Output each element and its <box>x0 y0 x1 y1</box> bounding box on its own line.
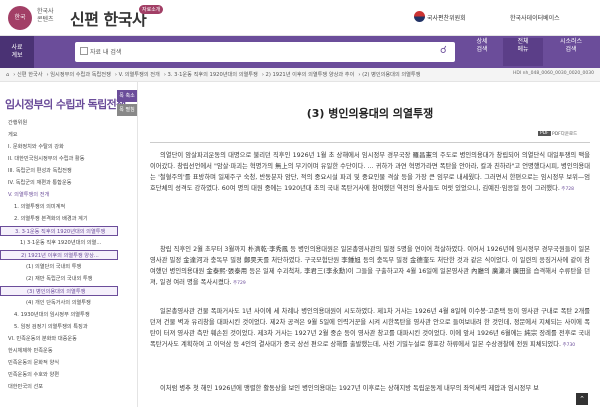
document-id: HDI nh_048_0060_0030_0020_0030 <box>513 71 594 76</box>
breadcrumb: ⌂ › 신편 한국사 › 임시정부의 수립과 독립전쟁 › V. 의열투쟁의 전개 › … <box>0 68 600 82</box>
sidebar-title: 임시정부의 수립과 독립전쟁 <box>5 98 126 111</box>
paragraph-text: 이처럼 병추 첫 해인 1926년에 맹렬한 활동상을 보인 병인의용대는 19… <box>160 385 539 392</box>
toc-item[interactable]: (4) 개인 단독거사의 의열투쟁 <box>0 298 118 308</box>
breadcrumb-item[interactable]: ⌂ <box>6 72 9 78</box>
breadcrumb-item[interactable]: › 3. 3·1운동 직후의 1920년대의 의열투쟁 <box>164 72 258 78</box>
all-menu-label: 전체 메뉴 <box>517 38 529 53</box>
intro-badge[interactable]: 자료소개 <box>139 5 164 14</box>
toc-item[interactable]: 대한민국의 선포 <box>0 382 118 392</box>
menu-button[interactable]: 사료 계보 <box>0 36 34 68</box>
paragraph-text: 의열단이 암살파괴운동의 대명으로 불리던 직후인 1926년 1월 초 상해에… <box>150 152 590 192</box>
in-doc-search-checkbox[interactable] <box>80 47 88 55</box>
footnote-link[interactable]: 주728 <box>560 187 574 192</box>
toc-item[interactable]: 간행위원 <box>0 118 118 128</box>
in-doc-search-label: 자료 내 검색 <box>90 49 122 56</box>
divider <box>150 142 590 143</box>
paragraph-text: 일본총영사관 건물 폭파거사도 1년 사이에 세 차례나 병인의용대원이 시도하… <box>150 308 590 348</box>
toc-item[interactable]: 1) 3·1운동 직후 1920년대의 의열... <box>0 238 118 248</box>
toc-item[interactable]: (1) 의열단의 국내외 투쟁 <box>0 262 118 272</box>
toc-item[interactable]: 5. 임정 검정기 의열투쟁의 특징과 <box>0 322 118 332</box>
thesaurus-search-label: 시소러스 검색 <box>559 38 583 53</box>
article-paragraph: 일본총영사관 건물 폭파거사도 1년 사이에 세 차례나 병인의용대원이 시도하… <box>150 306 590 351</box>
toc-item[interactable]: 3. 3·1운동 직후의 1920년대의 의열투쟁 <box>0 226 118 236</box>
toc-item[interactable]: 1. 의열투쟁의 의미계적 <box>0 202 118 212</box>
search-input[interactable] <box>75 42 455 62</box>
breadcrumb-item[interactable]: › 신편 한국사 <box>13 72 42 78</box>
advanced-search-button[interactable]: 상세 검색 <box>462 38 502 66</box>
brand-title[interactable]: 신편 한국사 <box>70 6 147 30</box>
breadcrumb-item[interactable]: › V. 의열투쟁의 전개 <box>115 72 160 78</box>
toc-item[interactable]: 게요 <box>0 130 118 140</box>
toc-sidebar: 임시정부의 수립과 독립전쟁 목 축소 목 펼침 간행위원게요 I. 문화정치와 … <box>0 82 138 407</box>
toc-item[interactable]: 민족운동의 문화적 양식 <box>0 358 118 368</box>
expand-toc-button[interactable]: 목 펼침 <box>117 104 137 116</box>
thesaurus-search-button[interactable]: 시소러스 검색 <box>546 38 596 66</box>
toc-item[interactable]: 2. 의열투쟁 본격화의 배경과 계기 <box>0 214 118 224</box>
toc-item[interactable]: (3) 병인의용대의 의열투쟁 <box>0 286 118 296</box>
toc-item[interactable]: 민족운동의 수호와 양편 <box>0 370 118 380</box>
breadcrumb-item[interactable]: › (2) 병인의용대의 의열투쟁 <box>358 72 420 78</box>
app-root: 한국 한국사 콘텐츠 신편 한국사 자료소개 국사편찬위원회 한국사데이터베이스… <box>0 0 600 407</box>
toc-item[interactable]: III. 독립군의 편성과 독립전쟁 <box>0 166 118 176</box>
toc-item[interactable]: 2) 1921년 이후의 의열투쟁 양상... <box>0 250 118 260</box>
scroll-top-button[interactable]: ⌃ <box>576 393 588 405</box>
institution-link[interactable]: 국사편찬위원회 <box>427 13 466 22</box>
toc-item[interactable]: IV. 독립군의 재편과 통합운동 <box>0 178 118 188</box>
article-paragraph: 의열단이 암살파괴운동의 대명으로 불리던 직후인 1926년 1월 초 상해에… <box>150 150 590 195</box>
breadcrumb-item[interactable]: › 2) 1921년 이후의 의열투쟁 양상과 추이 <box>262 72 355 78</box>
section-heading: (3) 병인의용대의 의열투쟁 <box>306 107 434 120</box>
org-name: 한국사 콘텐츠 <box>37 8 54 23</box>
database-link[interactable]: 한국사데이터베이스 <box>510 13 560 22</box>
advanced-search-label: 상세 검색 <box>476 38 488 53</box>
toc-item[interactable]: I. 문화정치와 수탈의 강화 <box>0 142 118 152</box>
article-paragraph: 이처럼 병추 첫 해인 1926년에 맹렬한 활동상을 보인 병인의용대는 19… <box>150 383 590 394</box>
toc-item[interactable]: II. 대한민국임시정부의 수립과 활동 <box>0 154 118 164</box>
toc-item[interactable]: V. 의열투쟁의 전개 <box>0 190 118 200</box>
pdf-download-link[interactable]: PDF다운로드 <box>552 131 577 137</box>
site-logo[interactable]: 한국 <box>8 6 32 30</box>
flag-icon <box>414 11 425 22</box>
search-icon[interactable]: ☌ <box>440 45 447 56</box>
article-paragraph: 창립 직후인 2월 초부터 3월까지 朴濟乾·李秀鳳 등 병인의용대원은 일본총… <box>150 244 590 289</box>
toc-item[interactable]: (2) 재만 독립군의 국내외 투쟁 <box>0 274 118 284</box>
pdf-icon[interactable]: PDF <box>538 131 551 136</box>
breadcrumb-item[interactable]: › 임시정부의 수립과 독립전쟁 <box>47 72 111 78</box>
toc-item[interactable]: VI. 민족운동의 분화와 대중운동 <box>0 334 118 344</box>
collapse-toc-button[interactable]: 목 축소 <box>117 90 137 102</box>
toc-item[interactable]: 4. 1930년대의 임시정부 의열투쟁 <box>0 310 118 320</box>
footnote-link[interactable]: 주730 <box>561 343 575 348</box>
all-menu-button[interactable]: 전체 메뉴 <box>503 38 543 66</box>
top-header: 한국 한국사 콘텐츠 신편 한국사 자료소개 국사편찬위원회 한국사데이터베이스 <box>0 0 600 36</box>
footnote-link[interactable]: 주729 <box>232 281 246 286</box>
paragraph-text: 창립 직후인 2월 초부터 3월까지 朴濟乾·李秀鳳 등 병인의용대원은 일본총… <box>150 246 590 286</box>
toc-item[interactable]: 한시체제하 민족운동 <box>0 346 118 356</box>
